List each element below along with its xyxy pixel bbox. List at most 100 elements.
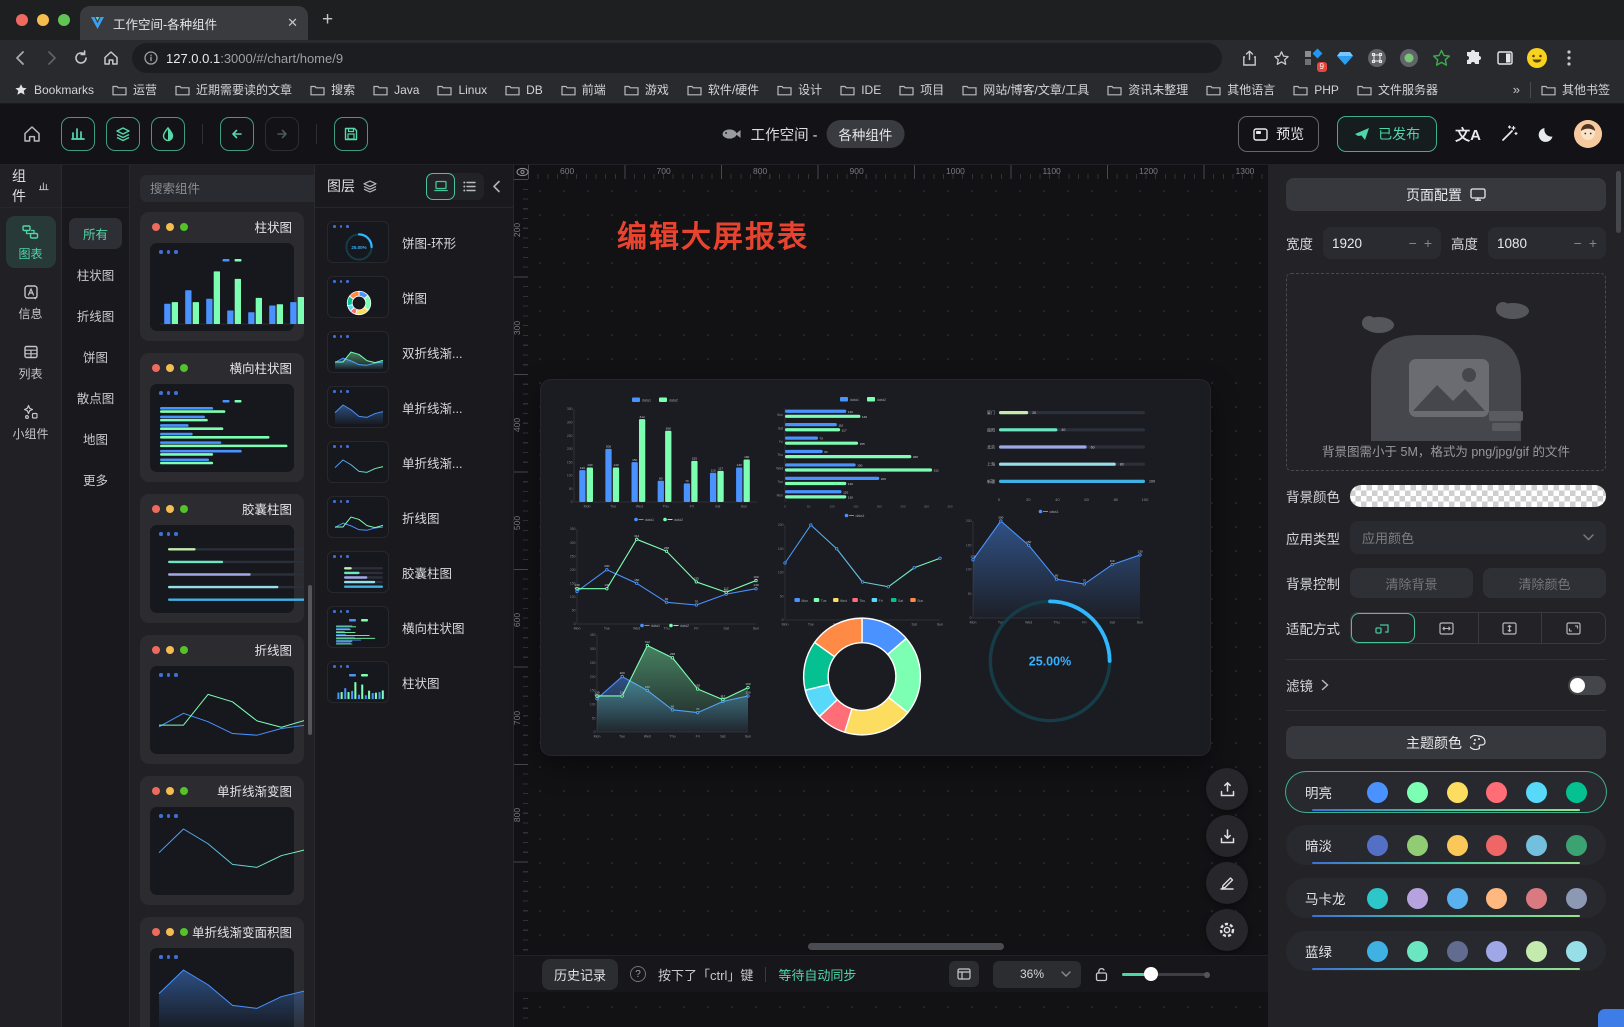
theme-color-button[interactable]: 主题颜色 <box>1286 726 1606 759</box>
user-avatar[interactable] <box>1574 120 1602 148</box>
bookmark-item[interactable]: 资讯未整理 <box>1107 81 1188 98</box>
fit-height-button[interactable] <box>1479 613 1543 643</box>
layer-item[interactable]: 柱状图 <box>327 661 501 703</box>
minus-icon[interactable]: − <box>1574 235 1582 251</box>
search-input[interactable] <box>140 175 315 202</box>
layers-thumb-view-button[interactable] <box>426 173 455 200</box>
background-upload-dropzone[interactable]: 背景图需小于 5M，格式为 png/jpg/gif 的文件 <box>1286 273 1606 471</box>
component-card[interactable]: 单折线渐变图 <box>140 776 304 905</box>
bookmark-item[interactable]: 软件/硬件 <box>687 81 759 98</box>
language-icon[interactable]: 文A <box>1455 124 1481 145</box>
tab-close-icon[interactable]: ✕ <box>287 15 298 31</box>
plus-icon[interactable]: + <box>1424 235 1432 251</box>
bookmark-item[interactable]: 前端 <box>561 81 606 98</box>
sidebar-item-1[interactable]: 信息 <box>6 276 56 328</box>
back-icon[interactable] <box>12 49 30 67</box>
dashboard-chart-hbar[interactable]: data1data2050100150200250300350Sun130160… <box>769 394 965 512</box>
category-2[interactable]: 折线图 <box>69 300 122 331</box>
category-3[interactable]: 饼图 <box>69 341 122 372</box>
chevron-right-icon[interactable] <box>1321 679 1329 691</box>
theme-row-1[interactable]: 暗淡 <box>1286 825 1606 865</box>
dashboard-chart-capsule[interactable]: 厦门20南阳40北京60上海80新疆100020406080100 <box>973 396 1169 504</box>
preview-button[interactable]: 预览 <box>1238 116 1319 152</box>
layer-item[interactable]: 胶囊柱图 <box>327 551 501 593</box>
bg-color-swatch[interactable] <box>1350 485 1606 507</box>
star-extension-icon[interactable] <box>1430 47 1452 69</box>
browser-menu-icon[interactable] <box>1558 47 1580 69</box>
bookmark-item[interactable]: 游戏 <box>624 81 669 98</box>
component-card[interactable]: 单折线渐变面积图 <box>140 917 304 1027</box>
clear-background-button[interactable]: 清除背景 <box>1350 568 1473 598</box>
save-button[interactable] <box>334 117 368 151</box>
close-window-icon[interactable] <box>16 14 28 26</box>
layer-item[interactable]: 25.00%饼图-环形 <box>327 221 501 263</box>
new-tab-button[interactable]: + <box>322 10 333 30</box>
sidebar-item-3[interactable]: 小组件 <box>6 396 56 448</box>
theme-row-0[interactable]: 明亮 <box>1286 772 1606 812</box>
site-info-icon[interactable] <box>144 51 158 65</box>
filter-toggle[interactable] <box>1568 676 1606 695</box>
width-stepper[interactable]: 1920 − + <box>1323 227 1441 259</box>
theme-row-3[interactable]: 蓝绿 <box>1286 931 1606 971</box>
bookmark-item[interactable]: 文件服务器 <box>1357 81 1438 98</box>
canvas-page-title[interactable]: 编辑大屏报表 <box>617 212 809 256</box>
bookmarks-root[interactable]: Bookmarks <box>14 83 94 97</box>
bookmark-item[interactable]: PHP <box>1293 83 1339 97</box>
bookmark-item[interactable]: 项目 <box>899 81 944 98</box>
layer-item[interactable]: 单折线渐... <box>327 441 501 483</box>
dashboard-chart-line-double[interactable]: data1data2050100150200250300350MonTueWed… <box>561 514 765 634</box>
bookmark-item[interactable]: 网站/博客/文章/工具 <box>962 81 1089 98</box>
dashboard-chart-bar[interactable]: data1data2050100150200250300350MonTueWed… <box>557 394 761 512</box>
layers-list-view-button[interactable] <box>455 173 484 200</box>
sidebar-item-0[interactable]: 图表 <box>6 216 56 268</box>
dashboard-chart-ring[interactable]: 25.00% <box>965 590 1135 732</box>
eye-icon[interactable] <box>516 166 529 178</box>
charts-tool-button[interactable] <box>61 117 95 151</box>
layer-item[interactable]: 单折线渐... <box>327 386 501 428</box>
canvas-area[interactable]: 6007008009001000110012001300 20030040050… <box>514 165 1268 1027</box>
reading-mode-icon[interactable] <box>1494 47 1516 69</box>
category-5[interactable]: 地图 <box>69 423 122 454</box>
url-bar[interactable]: 127.0.0.1:3000/#/chart/home/9 <box>132 43 1222 73</box>
lock-icon[interactable] <box>1095 967 1108 982</box>
puzzle-extensions-icon[interactable] <box>1462 47 1484 69</box>
reload-icon[interactable] <box>72 49 90 67</box>
bookmark-star-icon[interactable] <box>1270 47 1292 69</box>
layer-item[interactable]: 折线图 <box>327 496 501 538</box>
help-icon[interactable]: ? <box>630 966 646 982</box>
publish-button[interactable]: 已发布 <box>1337 116 1437 152</box>
profile-avatar-icon[interactable] <box>1526 47 1548 69</box>
bookmarks-overflow-chevron[interactable]: » <box>1513 82 1520 97</box>
import-button[interactable] <box>1206 815 1248 857</box>
dot-extension-icon[interactable] <box>1398 47 1420 69</box>
export-button[interactable] <box>1206 768 1248 810</box>
layer-item[interactable]: 横向柱状图 <box>327 606 501 648</box>
fit-width-button[interactable] <box>1415 613 1479 643</box>
share-icon[interactable] <box>1238 47 1260 69</box>
undo-button[interactable] <box>220 117 254 151</box>
canvas-grid[interactable]: 编辑大屏报表 data1data2050100150200250300350Mo… <box>528 179 1268 1027</box>
width-value[interactable]: 1920 <box>1332 236 1402 251</box>
layers-tool-button[interactable] <box>106 117 140 151</box>
dashboard-preview[interactable]: data1data2050100150200250300350MonTueWed… <box>541 380 1210 755</box>
fit-scale-button[interactable] <box>1351 613 1415 643</box>
command-extension-icon[interactable] <box>1366 47 1388 69</box>
component-card[interactable]: 横向柱状图 <box>140 353 304 482</box>
component-card[interactable]: 柱状图 <box>140 212 304 341</box>
extension-grid-icon[interactable]: 9 <box>1302 47 1324 69</box>
page-config-button[interactable]: 页面配置 <box>1286 178 1606 211</box>
minus-icon[interactable]: − <box>1409 235 1417 251</box>
bookmark-item[interactable]: 其他语言 <box>1206 81 1275 98</box>
zoom-slider[interactable] <box>1122 967 1208 981</box>
app-home-icon[interactable] <box>22 124 42 144</box>
layer-item[interactable]: 饼图 <box>327 276 501 318</box>
dashboard-chart-area-double[interactable]: data1data2050100150200250300350MonTueWed… <box>581 620 757 742</box>
height-value[interactable]: 1080 <box>1497 236 1567 251</box>
zoom-select[interactable]: 36% <box>993 961 1081 988</box>
magic-wand-icon[interactable] <box>1499 124 1519 144</box>
dark-mode-moon-icon[interactable] <box>1537 125 1556 144</box>
other-bookmarks[interactable]: 其他书签 <box>1541 81 1610 98</box>
history-button[interactable]: 历史记录 <box>542 959 618 990</box>
filter-tool-button[interactable] <box>151 117 185 151</box>
category-6[interactable]: 更多 <box>69 464 122 495</box>
